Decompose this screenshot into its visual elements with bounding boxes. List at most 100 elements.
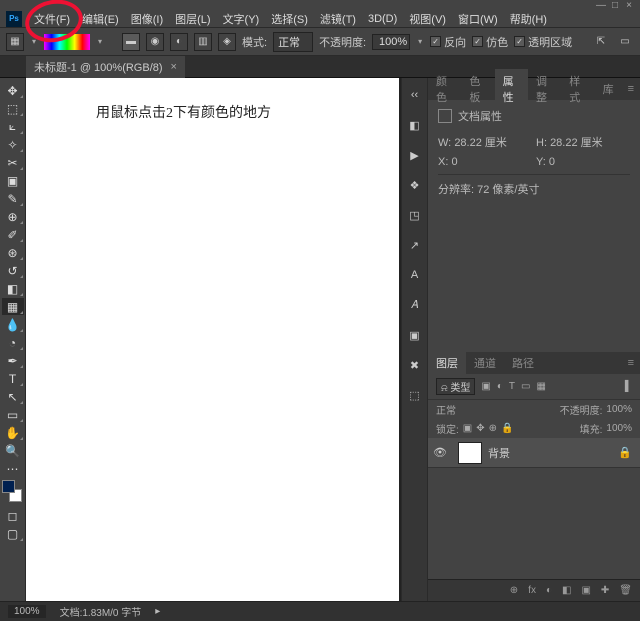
dock-icon-9[interactable]: ✖ bbox=[406, 356, 424, 374]
color-swatches[interactable] bbox=[2, 480, 24, 502]
menu-image[interactable]: 图像(I) bbox=[125, 9, 169, 29]
filter-shape-icon[interactable]: ▭ bbox=[521, 381, 530, 392]
blend-mode-select[interactable]: 正常 bbox=[436, 402, 496, 417]
dock-icon-8[interactable]: ▣ bbox=[406, 326, 424, 344]
dock-icon-1[interactable]: ◧ bbox=[406, 116, 424, 134]
menu-layer[interactable]: 图层(L) bbox=[169, 9, 216, 29]
delete-layer-icon[interactable]: 🗑 bbox=[619, 585, 632, 596]
filter-toggle-icon[interactable]: ▌ bbox=[625, 381, 632, 392]
document-info[interactable]: 文档:1.83M/0 字节 bbox=[60, 604, 142, 619]
lock-position-icon[interactable]: ✥ bbox=[476, 423, 484, 434]
gradient-linear-button[interactable]: ▬ bbox=[122, 33, 140, 51]
tab-paths[interactable]: 路径 bbox=[504, 351, 542, 375]
layer-name[interactable]: 背景 bbox=[488, 445, 510, 461]
menu-type[interactable]: 文字(Y) bbox=[217, 9, 266, 29]
filter-adjust-icon[interactable]: ◐ bbox=[497, 381, 503, 392]
filter-pixel-icon[interactable]: ▣ bbox=[481, 381, 490, 392]
brush-tool[interactable]: ✐ bbox=[2, 226, 24, 243]
link-layers-icon[interactable]: ⊕ bbox=[510, 585, 518, 596]
gradient-preview[interactable] bbox=[44, 34, 90, 50]
layers-panel-menu-icon[interactable]: ≡ bbox=[622, 357, 640, 369]
marquee-tool[interactable]: ⬚ bbox=[2, 100, 24, 117]
status-dropdown-icon[interactable]: ▸ bbox=[155, 606, 160, 617]
menu-edit[interactable]: 编辑(E) bbox=[76, 9, 125, 29]
mode-select[interactable]: 正常 bbox=[273, 32, 313, 52]
tool-preset-dropdown[interactable]: ▾ bbox=[30, 34, 38, 50]
close-button[interactable]: × bbox=[622, 0, 636, 11]
path-select-tool[interactable]: ↖ bbox=[2, 388, 24, 405]
canvas-area[interactable]: 用鼠标点击2下有颜色的地方 bbox=[26, 78, 401, 601]
filter-type-icon[interactable]: T bbox=[509, 381, 515, 392]
gradient-tool[interactable]: ▦ bbox=[2, 298, 24, 315]
menu-3d[interactable]: 3D(D) bbox=[362, 11, 403, 27]
pen-tool[interactable]: ✒ bbox=[2, 352, 24, 369]
move-tool[interactable]: ✥ bbox=[2, 82, 24, 99]
gradient-radial-button[interactable]: ◉ bbox=[146, 33, 164, 51]
dock-handle-icon[interactable]: ‹‹ bbox=[406, 86, 424, 104]
tab-channels[interactable]: 通道 bbox=[466, 351, 504, 375]
shape-tool[interactable]: ▭ bbox=[2, 406, 24, 423]
new-layer-icon[interactable]: ✚ bbox=[601, 585, 609, 596]
lock-pixels-icon[interactable]: ▣ bbox=[463, 423, 472, 434]
layer-thumbnail[interactable] bbox=[458, 442, 482, 464]
zoom-tool[interactable]: 🔍 bbox=[2, 442, 24, 459]
screen-mode-toggle[interactable]: ▢ bbox=[2, 525, 24, 542]
transparency-checkbox[interactable]: ✓透明区域 bbox=[514, 34, 572, 50]
gradient-tool-icon[interactable]: ▦ bbox=[6, 33, 24, 51]
share-icon[interactable]: ⇱ bbox=[592, 33, 610, 51]
type-tool[interactable]: T bbox=[2, 370, 24, 387]
visibility-toggle-icon[interactable]: 👁 bbox=[428, 446, 452, 459]
gradient-angle-button[interactable]: ◐ bbox=[170, 33, 188, 51]
layer-filter-kind[interactable]: ⍾ 类型 bbox=[436, 378, 475, 395]
lasso-tool[interactable]: ⟀ bbox=[2, 118, 24, 135]
hand-tool[interactable]: ✋ bbox=[2, 424, 24, 441]
menu-help[interactable]: 帮助(H) bbox=[504, 9, 553, 29]
dock-icon-2[interactable]: ▶ bbox=[406, 146, 424, 164]
filter-smart-icon[interactable]: ▦ bbox=[536, 381, 545, 392]
dock-icon-10[interactable]: ⬚ bbox=[406, 386, 424, 404]
dock-icon-5[interactable]: ↗ bbox=[406, 236, 424, 254]
magic-wand-tool[interactable]: ✧ bbox=[2, 136, 24, 153]
opacity-dropdown[interactable]: ▾ bbox=[416, 34, 424, 50]
stamp-tool[interactable]: ⊛ bbox=[2, 244, 24, 261]
menu-window[interactable]: 窗口(W) bbox=[452, 9, 504, 29]
document-tab[interactable]: 未标题-1 @ 100%(RGB/8) × bbox=[26, 56, 185, 78]
minimize-button[interactable]: — bbox=[594, 0, 608, 11]
eyedropper-tool[interactable]: ✎ bbox=[2, 190, 24, 207]
crop-tool[interactable]: ✂ bbox=[2, 154, 24, 171]
opacity-input[interactable]: 100% bbox=[372, 34, 410, 50]
lock-all-icon[interactable]: 🔒 bbox=[501, 423, 513, 434]
workspace-icon[interactable]: ▭ bbox=[616, 33, 634, 51]
quick-mask-toggle[interactable]: ◻ bbox=[2, 507, 24, 524]
panel-menu-icon[interactable]: ≡ bbox=[622, 83, 640, 95]
menu-view[interactable]: 视图(V) bbox=[403, 9, 452, 29]
healing-tool[interactable]: ⊕ bbox=[2, 208, 24, 225]
maximize-button[interactable]: □ bbox=[608, 0, 622, 11]
group-icon[interactable]: ▣ bbox=[581, 585, 590, 596]
gradient-reflected-button[interactable]: ▥ bbox=[194, 33, 212, 51]
dock-icon-7[interactable]: 𝐴 bbox=[406, 296, 424, 314]
dither-checkbox[interactable]: ✓仿色 bbox=[472, 34, 508, 50]
document-canvas[interactable]: 用鼠标点击2下有颜色的地方 bbox=[26, 78, 399, 601]
adjustment-layer-icon[interactable]: ◧ bbox=[562, 585, 571, 596]
reverse-checkbox[interactable]: ✓反向 bbox=[430, 34, 466, 50]
layer-fx-icon[interactable]: fx bbox=[528, 585, 536, 596]
layer-opacity-input[interactable]: 100% bbox=[606, 404, 632, 415]
dock-icon-3[interactable]: ❖ bbox=[406, 176, 424, 194]
menu-select[interactable]: 选择(S) bbox=[265, 9, 314, 29]
dock-icon-4[interactable]: ◳ bbox=[406, 206, 424, 224]
layer-mask-icon[interactable]: ◐ bbox=[546, 585, 552, 596]
zoom-level[interactable]: 100% bbox=[8, 605, 46, 618]
gradient-diamond-button[interactable]: ◈ bbox=[218, 33, 236, 51]
tab-layers[interactable]: 图层 bbox=[428, 351, 466, 375]
dock-icon-6[interactable]: A bbox=[406, 266, 424, 284]
blur-tool[interactable]: 💧 bbox=[2, 316, 24, 333]
menu-file[interactable]: 文件(F) bbox=[28, 9, 76, 29]
menu-filter[interactable]: 滤镜(T) bbox=[314, 9, 362, 29]
edit-toolbar[interactable]: ⋯ bbox=[2, 460, 24, 477]
tab-libraries[interactable]: 库 bbox=[595, 77, 622, 101]
tab-close-icon[interactable]: × bbox=[171, 61, 177, 73]
layer-row[interactable]: 👁 背景 🔒 bbox=[428, 438, 640, 468]
dodge-tool[interactable]: ◔ bbox=[2, 334, 24, 351]
gradient-picker-dropdown[interactable]: ▾ bbox=[96, 34, 104, 50]
